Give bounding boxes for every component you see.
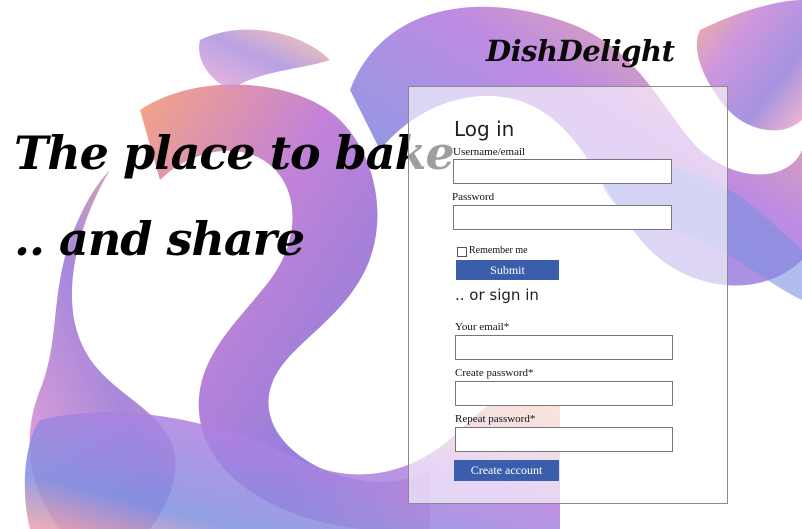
- create-password-label: Create password*: [455, 367, 534, 379]
- username-label: Username/email: [453, 146, 526, 158]
- create-account-button[interactable]: Create account: [454, 460, 559, 481]
- your-email-input[interactable]: [455, 335, 673, 360]
- remember-me-checkbox[interactable]: [457, 247, 467, 257]
- create-password-input[interactable]: [455, 381, 673, 406]
- repeat-password-label: Repeat password*: [455, 413, 536, 425]
- password-input[interactable]: [453, 205, 672, 230]
- hero-line-1: The place to bake: [14, 126, 455, 180]
- auth-panel: Log in Username/email Password Remember …: [408, 86, 728, 504]
- submit-button[interactable]: Submit: [456, 260, 559, 280]
- repeat-password-input[interactable]: [455, 427, 673, 452]
- brand-logo: DishDelight: [486, 34, 675, 68]
- hero-line-2: .. and share: [14, 212, 305, 266]
- password-label: Password: [452, 191, 495, 203]
- your-email-label: Your email*: [455, 321, 510, 333]
- login-heading: Log in: [454, 117, 515, 141]
- remember-me-label: Remember me: [469, 245, 528, 256]
- username-input[interactable]: [453, 159, 672, 184]
- signin-heading: .. or sign in: [455, 286, 539, 304]
